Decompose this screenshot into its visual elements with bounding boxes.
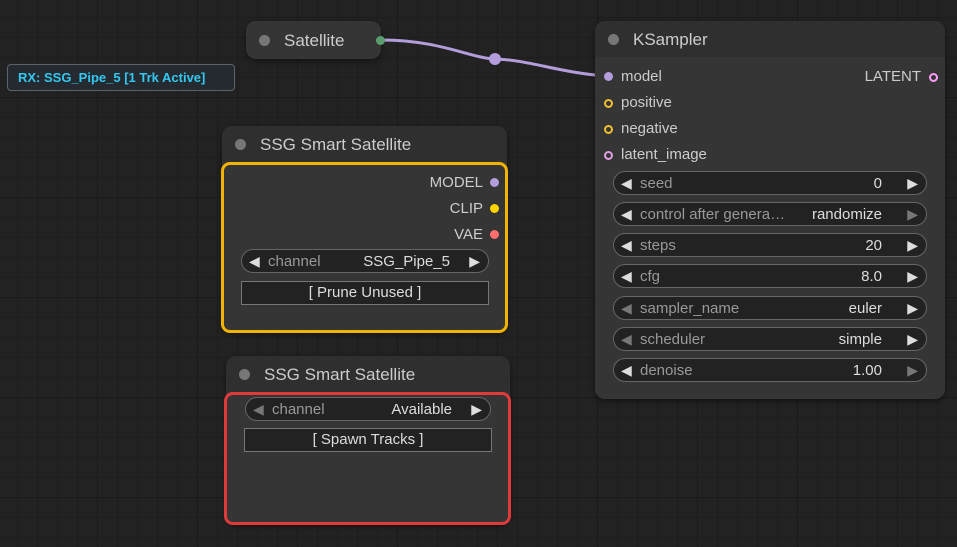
- decrement-arrow-icon[interactable]: ◀: [249, 253, 260, 270]
- widget-label: control after genera…: [640, 206, 786, 223]
- decrement-arrow-icon[interactable]: ◀: [621, 237, 632, 254]
- cfg-widget[interactable]: ◀ cfg 8.0 ▶: [613, 264, 927, 288]
- widget-label: sampler_name: [640, 300, 740, 317]
- smart-satellite-1-title: SSG Smart Satellite: [260, 135, 412, 154]
- output-pin-model[interactable]: [490, 178, 499, 187]
- decrement-arrow-icon[interactable]: ◀: [621, 206, 632, 223]
- output-pin-latent[interactable]: [929, 73, 938, 82]
- smart-satellite-node-1[interactable]: SSG Smart Satellite MODEL CLIP VAE ◀ cha…: [221, 126, 508, 333]
- ksampler-title-bar[interactable]: KSampler: [595, 21, 945, 57]
- widget-value: euler: [848, 300, 882, 317]
- input-label-model: model: [621, 68, 662, 85]
- input-label-latent-image: latent_image: [621, 146, 707, 163]
- output-pin-vae[interactable]: [490, 230, 499, 239]
- smart-satellite-2-collapse-dot[interactable]: [239, 369, 250, 380]
- output-label-latent: LATENT: [864, 68, 921, 85]
- increment-arrow-icon[interactable]: ▶: [907, 331, 918, 348]
- input-label-negative: negative: [621, 120, 678, 137]
- decrement-arrow-icon[interactable]: ◀: [253, 401, 264, 418]
- increment-arrow-icon[interactable]: ▶: [471, 401, 482, 418]
- ksampler-node[interactable]: KSampler model positive negative latent_…: [595, 21, 945, 399]
- input-pin-latent-image[interactable]: [604, 151, 613, 160]
- increment-arrow-icon[interactable]: ▶: [907, 237, 918, 254]
- widget-value: 1.00: [852, 362, 882, 379]
- decrement-arrow-icon[interactable]: ◀: [621, 362, 632, 379]
- steps-widget[interactable]: ◀ steps 20 ▶: [613, 233, 927, 257]
- denoise-widget[interactable]: ◀ denoise 1.00 ▶: [613, 358, 927, 382]
- output-label-clip: CLIP: [449, 200, 483, 217]
- sampler-name-widget[interactable]: ◀ sampler_name euler ▶: [613, 296, 927, 320]
- input-pin-positive[interactable]: [604, 99, 613, 108]
- control-after-generate-widget[interactable]: ◀ control after genera… randomize ▶: [613, 202, 927, 226]
- satellite-node-title: Satellite: [284, 31, 345, 50]
- widget-value: SSG_Pipe_5: [363, 253, 450, 270]
- widget-value: Available: [391, 401, 452, 418]
- input-pin-model[interactable]: [604, 72, 613, 81]
- smart-satellite-1-title-bar[interactable]: SSG Smart Satellite: [222, 126, 507, 162]
- widget-label: scheduler: [640, 331, 706, 348]
- smart-satellite-node-2[interactable]: SSG Smart Satellite ◀ channel Available …: [224, 356, 511, 525]
- increment-arrow-icon[interactable]: ▶: [469, 253, 480, 270]
- ksampler-title: KSampler: [633, 30, 708, 49]
- ksampler-collapse-dot[interactable]: [608, 34, 619, 45]
- prune-unused-button[interactable]: [ Prune Unused ]: [241, 281, 489, 305]
- widget-value: simple: [838, 331, 882, 348]
- decrement-arrow-icon[interactable]: ◀: [621, 300, 632, 317]
- widget-value: 20: [865, 237, 882, 254]
- increment-arrow-icon[interactable]: ▶: [907, 268, 918, 285]
- scheduler-widget[interactable]: ◀ scheduler simple ▶: [613, 327, 927, 351]
- increment-arrow-icon[interactable]: ▶: [907, 300, 918, 317]
- channel-widget[interactable]: ◀ channel SSG_Pipe_5 ▶: [241, 249, 489, 273]
- increment-arrow-icon[interactable]: ▶: [907, 175, 918, 192]
- widget-label: cfg: [640, 268, 661, 285]
- output-pin-clip[interactable]: [490, 204, 499, 213]
- smart-satellite-1-collapse-dot[interactable]: [235, 139, 246, 150]
- decrement-arrow-icon[interactable]: ◀: [621, 175, 632, 192]
- seed-widget[interactable]: ◀ seed 0 ▶: [613, 171, 927, 195]
- increment-arrow-icon[interactable]: ▶: [907, 362, 918, 379]
- widget-label: steps: [640, 237, 676, 254]
- widget-label: seed: [640, 175, 673, 192]
- satellite-node[interactable]: Satellite: [246, 21, 385, 59]
- widget-value: 0: [873, 175, 882, 192]
- widget-label: denoise: [640, 362, 693, 379]
- widget-label: channel: [272, 401, 325, 418]
- link-midpoint-handle[interactable]: [489, 53, 501, 65]
- decrement-arrow-icon[interactable]: ◀: [621, 331, 632, 348]
- satellite-node-dot[interactable]: [259, 35, 270, 46]
- widget-value: randomize: [811, 206, 882, 223]
- smart-satellite-2-title-bar[interactable]: SSG Smart Satellite: [226, 356, 510, 392]
- output-label-vae: VAE: [454, 226, 483, 243]
- increment-arrow-icon[interactable]: ▶: [907, 206, 918, 223]
- decrement-arrow-icon[interactable]: ◀: [621, 268, 632, 285]
- channel-widget[interactable]: ◀ channel Available ▶: [245, 397, 491, 421]
- input-label-positive: positive: [621, 94, 672, 111]
- widget-value: 8.0: [861, 268, 882, 285]
- smart-satellite-2-title: SSG Smart Satellite: [264, 365, 416, 384]
- satellite-output-pin[interactable]: [376, 36, 385, 45]
- widget-label: channel: [268, 253, 321, 270]
- output-label-model: MODEL: [429, 174, 483, 191]
- rx-status-badge: RX: SSG_Pipe_5 [1 Trk Active]: [7, 64, 235, 91]
- input-pin-negative[interactable]: [604, 125, 613, 134]
- spawn-tracks-button[interactable]: [ Spawn Tracks ]: [244, 428, 492, 452]
